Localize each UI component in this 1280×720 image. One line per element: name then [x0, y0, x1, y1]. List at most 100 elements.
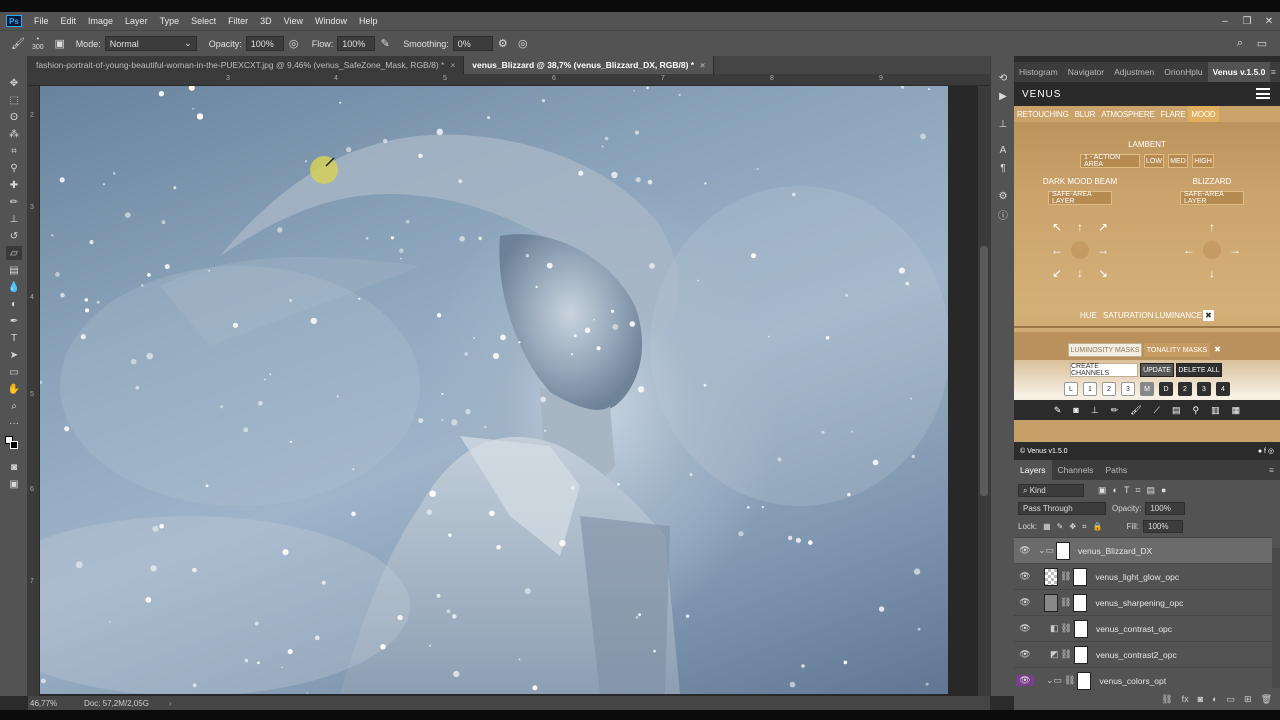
nav-flare[interactable]: FLARE: [1158, 110, 1189, 119]
brush-tool-icon[interactable]: ✏: [6, 195, 22, 209]
quick-mask-icon[interactable]: ◙: [6, 460, 22, 474]
gradient-tool-icon[interactable]: ▤: [6, 263, 22, 277]
flow-field[interactable]: 100%: [337, 36, 376, 51]
action-area-button[interactable]: 1 - ACTION AREA: [1080, 154, 1140, 168]
character-panel-icon[interactable]: A: [995, 142, 1011, 158]
low-button[interactable]: LOW: [1144, 154, 1164, 168]
eyedropper-tool-icon[interactable]: ⚲: [6, 161, 22, 175]
path-select-tool-icon[interactable]: ➤: [6, 348, 22, 362]
tab-fashion-portrait[interactable]: fashion-portrait-of-young-beautiful-woma…: [28, 56, 465, 74]
eye-icon[interactable]: 👁: [1016, 571, 1034, 582]
document-canvas[interactable]: [40, 86, 978, 696]
tab-navigator[interactable]: Navigator: [1063, 67, 1109, 77]
more-tools-icon[interactable]: ···: [6, 416, 22, 430]
grid-icon[interactable]: ▦: [1232, 405, 1241, 416]
adjustment-layer-icon[interactable]: ◐: [1212, 694, 1217, 704]
tab-layers[interactable]: Layers: [1014, 460, 1052, 480]
stamp-icon[interactable]: ⊥: [1091, 405, 1099, 416]
clone-stamp-tool-icon[interactable]: ⊥: [6, 212, 22, 226]
zoom-level[interactable]: 46,77%: [30, 699, 80, 708]
brush-tool-icon[interactable]: 🖌: [11, 37, 25, 51]
hamburger-menu-icon[interactable]: [1256, 88, 1270, 99]
mask-dark-4[interactable]: 4: [1216, 382, 1230, 396]
layer-row[interactable]: 👁 ⛓ venus_sharpening_opc: [1014, 589, 1272, 615]
quick-select-tool-icon[interactable]: ⁂: [6, 127, 22, 141]
blizzard-arrow-left-icon[interactable]: ←: [1181, 242, 1197, 258]
search-icon[interactable]: ⌕: [1233, 37, 1247, 51]
filter-type-icons[interactable]: ▣◐T⌗▤●: [1098, 485, 1172, 496]
blur-tool-icon[interactable]: 💧: [6, 280, 22, 294]
shape-tool-icon[interactable]: ▭: [6, 365, 22, 379]
nav-retouching[interactable]: RETOUCHING: [1014, 110, 1072, 119]
gradient-icon[interactable]: ▤: [1172, 405, 1181, 416]
add-mask-icon[interactable]: ◙: [1198, 694, 1203, 704]
pencil-icon[interactable]: ✏: [1111, 405, 1119, 416]
nav-atmosphere[interactable]: ATMOSPHERE: [1098, 110, 1157, 119]
blizzard-center-dot[interactable]: [1203, 241, 1221, 259]
arrow-down-left-icon[interactable]: ↙: [1049, 265, 1065, 281]
layer-opacity-field[interactable]: 100%: [1145, 502, 1186, 515]
panel-menu-icon[interactable]: ≡: [1271, 67, 1276, 77]
menu-layer[interactable]: Layer: [119, 16, 154, 26]
menu-edit[interactable]: Edit: [55, 16, 83, 26]
menu-view[interactable]: View: [278, 16, 309, 26]
menu-3d[interactable]: 3D: [254, 16, 278, 26]
brush-icon[interactable]: ✎: [1054, 405, 1062, 416]
hue-button[interactable]: HUE: [1080, 311, 1097, 320]
blizzard-safe-area-button[interactable]: SAFE-AREA LAYER: [1180, 191, 1244, 205]
saturation-button[interactable]: SATURATION: [1103, 311, 1153, 320]
smoothing-field[interactable]: 0%: [452, 36, 493, 51]
libraries-icon[interactable]: ⚙: [995, 188, 1011, 204]
tab-paths[interactable]: Paths: [1099, 465, 1133, 475]
layer-row[interactable]: 👁 ⛓ venus_light_glow_opc: [1014, 563, 1272, 589]
airbrush-icon[interactable]: ✎: [378, 37, 392, 51]
eye-icon[interactable]: 👁: [1016, 545, 1034, 556]
tonality-masks-tab[interactable]: TONALITY MASKS: [1144, 343, 1210, 357]
brush-preset-picker[interactable]: • 300: [32, 36, 44, 52]
tab-venus-blizzard[interactable]: venus_Blizzard @ 38,7% (venus_Blizzard_D…: [464, 56, 715, 74]
trash-icon[interactable]: 🗑: [1261, 694, 1272, 705]
pressure-size-icon[interactable]: ◎: [516, 37, 530, 51]
mode-select[interactable]: Normal ⌄: [104, 36, 197, 51]
new-group-icon[interactable]: ▭: [1227, 694, 1236, 705]
gear-icon[interactable]: ⚙: [496, 37, 510, 51]
paint-brush-icon[interactable]: 🖌: [1130, 405, 1141, 416]
play-action-icon[interactable]: ▶: [995, 88, 1011, 104]
high-button[interactable]: HIGH: [1192, 154, 1214, 168]
workspace-icon[interactable]: ▭: [1255, 37, 1269, 51]
tab-orionhplus[interactable]: OrionHplu: [1159, 67, 1207, 77]
nav-mood[interactable]: MOOD: [1188, 106, 1219, 122]
close-tab-icon[interactable]: ×: [450, 60, 455, 70]
history-panel-icon[interactable]: ⟲: [995, 70, 1011, 86]
layer-row[interactable]: 👁 ⌄▭ venus_Blizzard_DX: [1014, 537, 1272, 563]
layer-row[interactable]: 👁 ◧ ⛓ venus_contrast_opc: [1014, 615, 1272, 641]
screen-mode-icon[interactable]: ▣: [6, 477, 22, 491]
vertical-scrollbar[interactable]: [978, 86, 990, 696]
status-menu-chevron-icon[interactable]: ›: [169, 699, 172, 708]
mask-light-1[interactable]: 1: [1083, 382, 1097, 396]
luminance-button[interactable]: LUMINANCE: [1155, 311, 1202, 320]
restore-icon[interactable]: ❐: [1236, 12, 1258, 30]
tab-histogram[interactable]: Histogram: [1014, 67, 1063, 77]
mask-dark-d[interactable]: D: [1159, 382, 1173, 396]
med-button[interactable]: MED: [1168, 154, 1188, 168]
mask-light-2[interactable]: 2: [1102, 382, 1116, 396]
arrow-down-right-icon[interactable]: ↘: [1095, 265, 1111, 281]
healing-brush-tool-icon[interactable]: ✚: [6, 178, 22, 192]
smudge-icon[interactable]: ⟋: [1154, 405, 1160, 416]
lasso-tool-icon[interactable]: ʘ: [6, 110, 22, 124]
arrow-down-icon[interactable]: ↓: [1072, 265, 1088, 281]
close-masks-icon[interactable]: ✖: [1212, 344, 1223, 355]
arrow-up-icon[interactable]: ↑: [1072, 219, 1088, 235]
move-tool-icon[interactable]: ✥: [6, 76, 22, 90]
layers-menu-icon[interactable]: ≡: [1263, 465, 1280, 475]
layer-row[interactable]: 👁 ◩ ⛓ venus_contrast2_opc: [1014, 641, 1272, 667]
blizzard-arrow-up-icon[interactable]: ↑: [1204, 219, 1220, 235]
menu-file[interactable]: File: [28, 16, 55, 26]
kind-filter[interactable]: ⌕ Kind: [1018, 484, 1084, 497]
eyedropper-icon[interactable]: ⚲: [1193, 405, 1200, 416]
luminosity-masks-tab[interactable]: LUMINOSITY MASKS: [1068, 343, 1142, 357]
info-panel-icon[interactable]: ⓘ: [995, 206, 1011, 222]
levels-icon[interactable]: ▥: [1211, 405, 1220, 416]
tab-venus[interactable]: Venus v.1.5.0: [1207, 62, 1271, 82]
